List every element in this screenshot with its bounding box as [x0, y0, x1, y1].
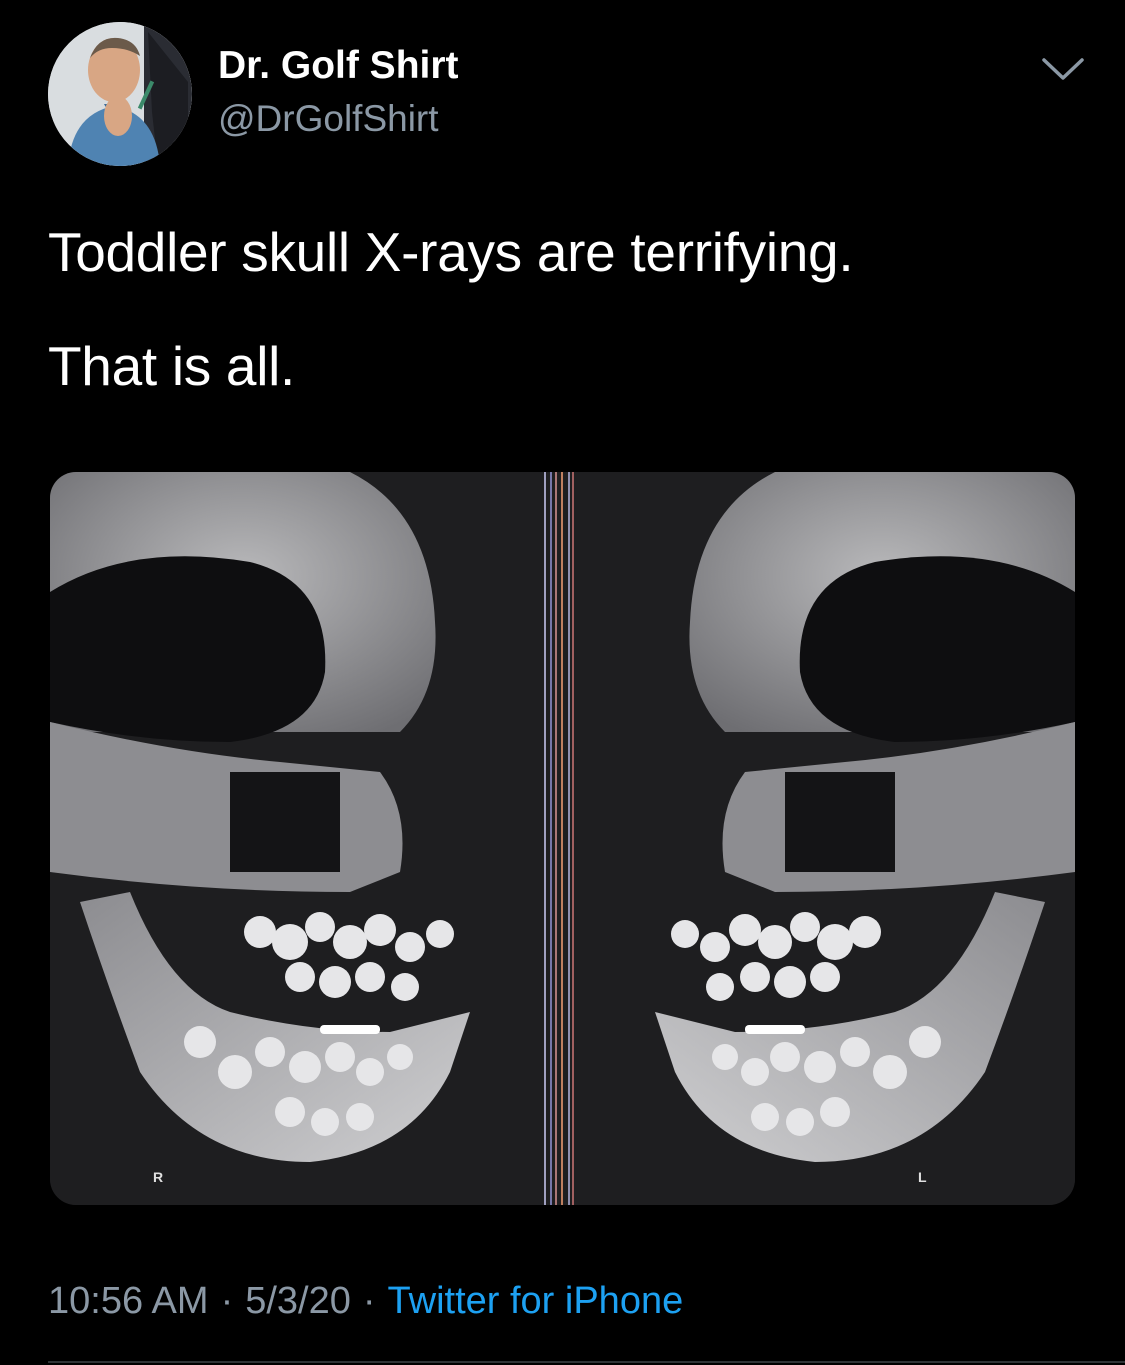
- tweet-date[interactable]: 5/3/20: [245, 1280, 351, 1322]
- tweet-time[interactable]: 10:56 AM: [48, 1280, 209, 1322]
- chevron-down-icon[interactable]: [1040, 54, 1086, 84]
- tweet-text-line: Toddler skull X-rays are terrifying.: [48, 221, 854, 283]
- meta-separator: ·: [220, 1280, 234, 1322]
- divider: [48, 1361, 1125, 1363]
- xray-marker-l: L: [918, 1169, 927, 1185]
- tweet-meta: 10:56 AM · 5/3/20 · Twitter for iPhone: [48, 1280, 683, 1323]
- author-handle[interactable]: @DrGolfShirt: [218, 98, 439, 140]
- tweet: Dr. Golf Shirt @DrGolfShirt Toddler skul…: [0, 0, 1125, 1365]
- xray-marker-r: R: [153, 1169, 163, 1185]
- tweet-media-xray[interactable]: R L: [50, 472, 1075, 1205]
- avatar[interactable]: [48, 22, 192, 166]
- author-display-name[interactable]: Dr. Golf Shirt: [218, 44, 459, 88]
- meta-separator: ·: [362, 1280, 376, 1322]
- tweet-source-link[interactable]: Twitter for iPhone: [388, 1280, 684, 1322]
- tweet-text-line: That is all.: [48, 335, 296, 397]
